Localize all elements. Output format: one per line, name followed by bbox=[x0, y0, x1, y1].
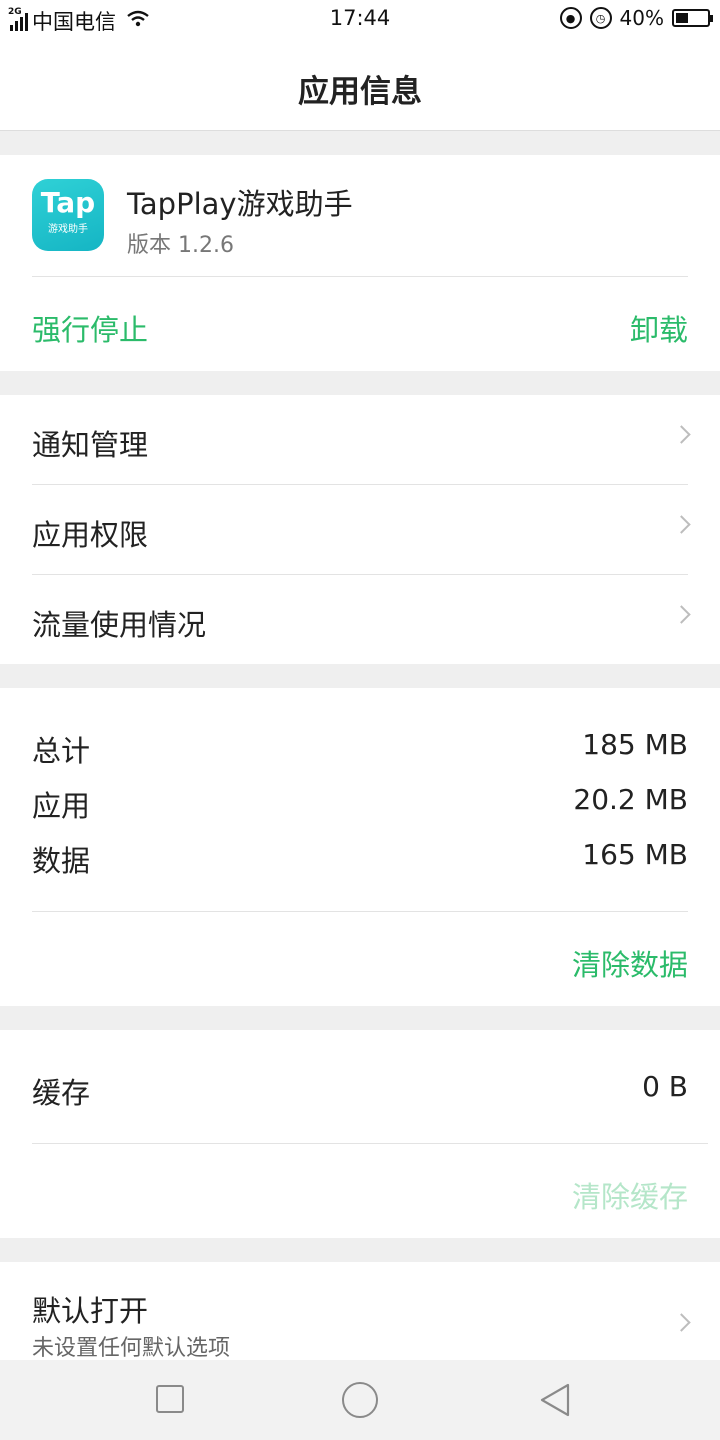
status-bar: 2G 中国电信 17:44 ● ◷ 40% bbox=[0, 0, 720, 38]
storage-label: 总计 bbox=[32, 734, 91, 768]
divider bbox=[32, 1143, 708, 1144]
app-icon-text: Tap bbox=[40, 186, 96, 219]
settings-item-label: 流量使用情况 bbox=[32, 608, 207, 642]
storage-value: 20.2 MB bbox=[573, 783, 688, 816]
storage-row-app: 应用 20.2 MB bbox=[0, 783, 720, 833]
storage-row-total: 总计 185 MB bbox=[0, 728, 720, 778]
title-bar: 应用信息 bbox=[0, 38, 720, 131]
storage-card: 总计 185 MB 应用 20.2 MB 数据 165 MB 清除数据 bbox=[0, 688, 720, 1006]
uninstall-button[interactable]: 卸载 bbox=[630, 307, 688, 349]
settings-item-label: 通知管理 bbox=[32, 428, 149, 462]
alarm-icon: ◷ bbox=[589, 7, 612, 29]
back-triangle-icon bbox=[540, 1383, 570, 1417]
cache-card: 缓存 0 B 清除缓存 bbox=[0, 1030, 720, 1238]
recent-apps-button[interactable] bbox=[156, 1385, 184, 1413]
settings-item-data-usage[interactable]: 流量使用情况 bbox=[0, 575, 720, 665]
cache-value: 0 B bbox=[642, 1070, 688, 1103]
settings-list: 通知管理 应用权限 流量使用情况 bbox=[0, 395, 720, 664]
back-button[interactable] bbox=[538, 1382, 572, 1418]
app-icon-subtext: 游戏助手 bbox=[48, 224, 88, 235]
status-right: ● ◷ 40% bbox=[552, 6, 713, 30]
app-summary-card: Tap 游戏助手 TapPlay游戏助手 版本 1.2.6 强行停止 卸载 bbox=[0, 155, 720, 371]
chevron-right-icon bbox=[672, 605, 691, 624]
app-name: TapPlay游戏助手 bbox=[127, 187, 353, 221]
storage-label: 应用 bbox=[32, 789, 91, 823]
rotation-lock-icon: ● bbox=[559, 7, 582, 29]
divider bbox=[32, 911, 688, 912]
cache-row: 缓存 0 B bbox=[0, 1070, 720, 1120]
clear-data-button[interactable]: 清除数据 bbox=[572, 942, 688, 984]
storage-label: 数据 bbox=[32, 844, 91, 878]
page-title: 应用信息 bbox=[298, 74, 422, 110]
app-icon: Tap 游戏助手 bbox=[32, 179, 104, 251]
settings-item-notifications[interactable]: 通知管理 bbox=[0, 395, 720, 485]
app-info-screen: 2G 中国电信 17:44 ● ◷ 40% 应用信息 Tap 游戏助手 TapP… bbox=[0, 0, 720, 1440]
system-navigation-bar bbox=[0, 1360, 720, 1440]
default-open-subtitle: 未设置任何默认选项 bbox=[32, 1336, 231, 1361]
app-version: 版本 1.2.6 bbox=[127, 233, 234, 258]
chevron-right-icon bbox=[672, 1313, 691, 1332]
settings-item-permissions[interactable]: 应用权限 bbox=[0, 485, 720, 575]
default-open-title: 默认打开 bbox=[32, 1294, 149, 1328]
chevron-right-icon bbox=[672, 515, 691, 534]
home-button[interactable] bbox=[342, 1382, 378, 1418]
chevron-right-icon bbox=[672, 425, 691, 444]
storage-row-data: 数据 165 MB bbox=[0, 838, 720, 888]
settings-item-label: 应用权限 bbox=[32, 518, 149, 552]
battery-icon bbox=[672, 9, 713, 27]
clear-cache-button[interactable]: 清除缓存 bbox=[572, 1174, 688, 1216]
force-stop-button[interactable]: 强行停止 bbox=[32, 307, 148, 349]
storage-value: 185 MB bbox=[582, 728, 688, 761]
default-open-item[interactable]: 默认打开 未设置任何默认选项 bbox=[0, 1262, 720, 1361]
battery-percent: 40% bbox=[619, 6, 664, 30]
cache-label: 缓存 bbox=[32, 1076, 91, 1110]
divider bbox=[32, 276, 688, 277]
battery-fill bbox=[676, 13, 688, 23]
storage-value: 165 MB bbox=[582, 838, 688, 871]
